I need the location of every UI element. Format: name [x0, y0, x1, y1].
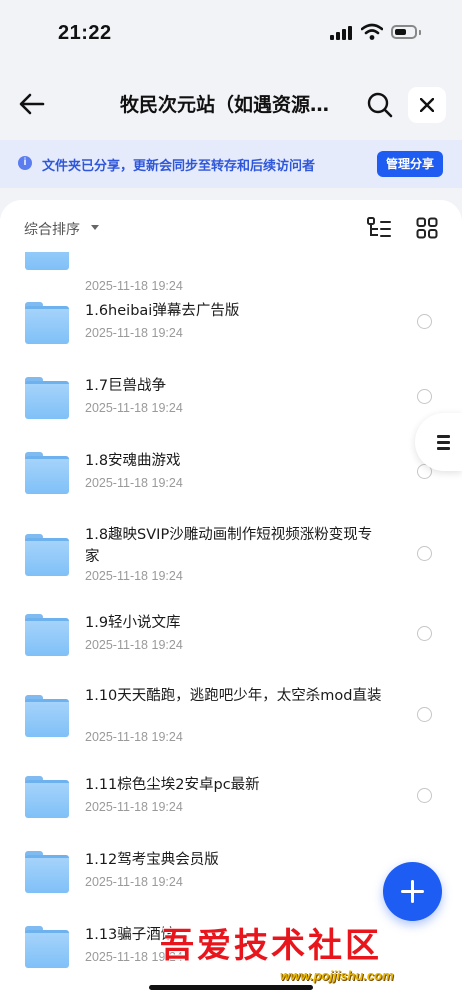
- tree-view-icon[interactable]: [366, 216, 392, 240]
- status-time: 21:22: [58, 22, 112, 44]
- close-button[interactable]: [408, 87, 446, 123]
- grid-view-icon[interactable]: [416, 217, 438, 239]
- close-icon: [420, 98, 434, 112]
- folder-icon: [25, 452, 69, 494]
- folder-icon: [25, 302, 69, 344]
- file-date: 2025-11-18 19:24: [85, 279, 183, 293]
- watermark: 吾爱技术社区 www.pojjishu.com: [160, 918, 460, 992]
- folder-icon: [25, 377, 69, 419]
- file-date: 2025-11-18 19:24: [85, 401, 183, 415]
- share-banner-text: 文件夹已分享，更新会同步至转存和后续访问者: [42, 159, 316, 174]
- page-title: 牧民次元站（如遇资源…: [120, 94, 330, 116]
- folder-icon: [25, 614, 69, 656]
- select-radio[interactable]: [417, 546, 432, 561]
- file-date: 2025-11-18 19:24: [85, 730, 183, 744]
- info-icon: i: [18, 156, 32, 170]
- file-date: 2025-11-18 19:24: [85, 569, 183, 583]
- caret-down-icon[interactable]: [91, 225, 99, 230]
- file-name: 1.6heibai弹幕去广告版: [85, 303, 240, 319]
- sort-dropdown[interactable]: 综合排序: [24, 219, 80, 239]
- search-icon: [367, 92, 393, 118]
- search-button[interactable]: [363, 88, 397, 122]
- sort-toolbar: 综合排序: [0, 200, 462, 252]
- nav-bar: 牧民次元站（如遇资源…: [0, 68, 462, 140]
- select-radio[interactable]: [417, 626, 432, 641]
- back-arrow-icon: [19, 93, 45, 115]
- folder-icon: [25, 926, 69, 968]
- file-name: 1.7巨兽战争: [85, 378, 167, 394]
- file-date: 2025-11-18 19:24: [85, 800, 183, 814]
- home-indicator[interactable]: [149, 985, 313, 990]
- file-date: 2025-11-18 19:24: [85, 476, 183, 490]
- file-name: 1.8安魂曲游戏: [85, 453, 181, 469]
- file-date: 2025-11-18 19:24: [85, 875, 183, 889]
- battery-tip: [419, 30, 421, 35]
- watermark-text: 吾爱技术社区: [160, 926, 382, 966]
- status-bar: 21:22: [0, 0, 462, 68]
- folder-icon: [25, 695, 69, 737]
- back-button[interactable]: [16, 88, 48, 120]
- battery-icon: [391, 25, 417, 39]
- cellular-signal-icon: [330, 26, 356, 40]
- file-name: 1.12驾考宝典会员版: [85, 852, 219, 868]
- add-fab-button[interactable]: [383, 862, 442, 921]
- app-screen: 21:22 牧民次元站（如遇资源… i 文件夹已分享，更新会同步至转存和后续访问…: [0, 0, 462, 1000]
- file-name: 1.11棕色尘埃2安卓pc最新: [85, 777, 260, 793]
- file-date: 2025-11-18 19:24: [85, 326, 183, 340]
- wifi-icon: [361, 23, 383, 40]
- file-name: 1.8趣映SVIP沙雕动画制作短视频涨粉变现专家: [85, 527, 373, 565]
- watermark-url: www.pojjishu.com: [280, 968, 394, 983]
- select-radio[interactable]: [417, 707, 432, 722]
- select-radio[interactable]: [417, 389, 432, 404]
- folder-icon: [25, 776, 69, 818]
- select-radio[interactable]: [417, 314, 432, 329]
- select-radio[interactable]: [417, 788, 432, 803]
- file-date: 2025-11-18 19:24: [85, 638, 183, 652]
- file-name: 1.9轻小说文库: [85, 615, 181, 631]
- folder-icon: [25, 851, 69, 893]
- menu-icon: [437, 435, 450, 438]
- folder-icon: [25, 534, 69, 576]
- manage-share-button[interactable]: 管理分享: [377, 151, 443, 177]
- file-name: 1.10天天酷跑，逃跑吧少年，太空杀mod直装: [85, 688, 382, 704]
